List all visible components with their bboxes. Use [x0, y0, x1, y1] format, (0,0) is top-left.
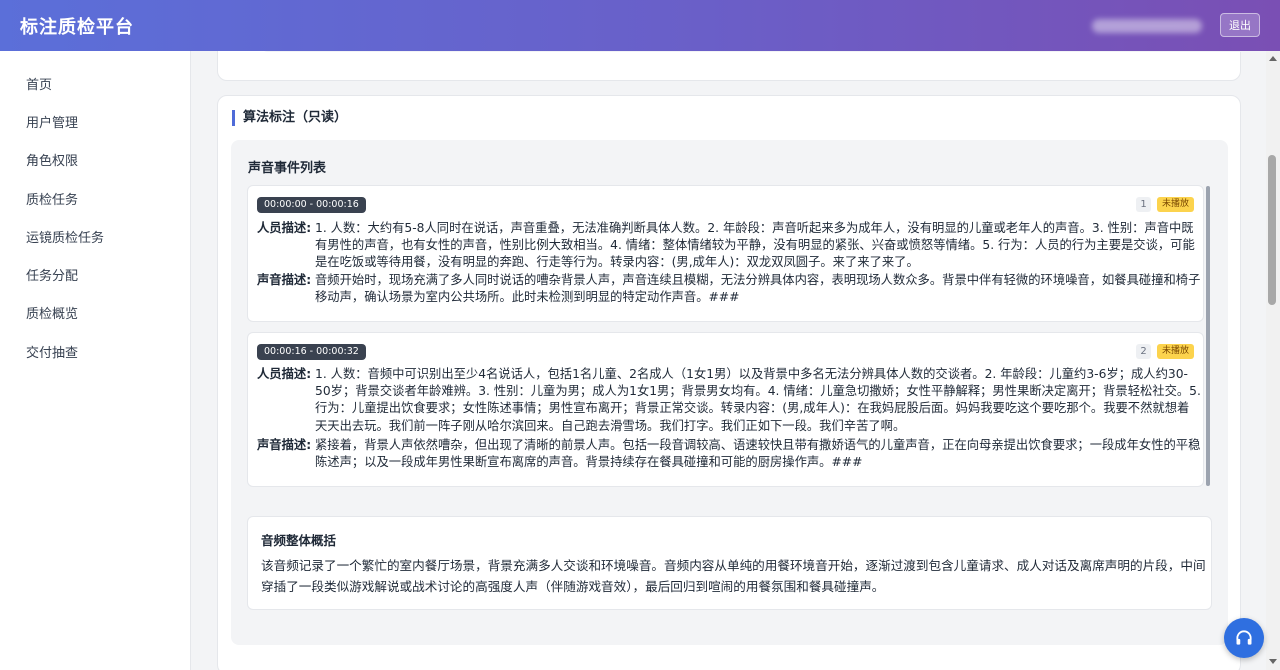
person-desc-text: 1. 人数：大约有5-8人同时在说话，声音重叠，无法准确判断具体人数。2. 年龄…	[315, 221, 1195, 270]
headset-icon	[1236, 630, 1252, 645]
sound-desc-row: 声音描述: 音频开始时，现场充满了多人同时说话的嘈杂背景人声，声音连续且模糊，无…	[257, 272, 1201, 306]
event-card: 00:00:16 - 00:00:32 2 未播放 人员描述: 1. 人数：音频…	[247, 332, 1204, 487]
algorithm-annotation-section: 算法标注（只读） 声音事件列表 00:00:00 - 00:00:16 1 未播…	[217, 95, 1241, 670]
person-desc-label: 人员描述:	[257, 221, 312, 235]
sidebar-item-task-assignment[interactable]: 任务分配	[0, 255, 190, 293]
section-title: 算法标注（只读）	[232, 110, 347, 126]
help-chat-button[interactable]	[1224, 618, 1264, 658]
event-list-title: 声音事件列表	[248, 161, 327, 176]
event-index-badge: 1	[1136, 197, 1151, 212]
event-list-scrollbar[interactable]	[1206, 186, 1210, 486]
person-desc-row: 人员描述: 1. 人数：大约有5-8人同时在说话，声音重叠，无法准确判断具体人数…	[257, 220, 1201, 272]
sound-desc-text: 紧接着，背景人声依然嘈杂，但出现了清晰的前景人声。包括一段音调较高、语速较快且带…	[315, 438, 1201, 470]
user-name-blurred	[1092, 19, 1202, 33]
sidebar-item-qc-tasks[interactable]: 质检任务	[0, 179, 190, 217]
main-content: 算法标注（只读） 声音事件列表 00:00:00 - 00:00:16 1 未播…	[191, 51, 1280, 670]
person-desc-text: 1. 人数：音频中可识别出至少4名说话人，包括1名儿童、2名成人（1女1男）以及…	[315, 367, 1201, 433]
event-index-badge: 2	[1136, 344, 1151, 359]
sound-desc-label: 声音描述:	[257, 438, 312, 452]
sidebar-item-user-management[interactable]: 用户管理	[0, 102, 190, 140]
status-badge: 未播放	[1157, 197, 1195, 212]
top-header: 标注质检平台	[0, 0, 1280, 51]
sound-desc-text: 音频开始时，现场充满了多人同时说话的嘈杂背景人声，声音连续且模糊，无法分辨具体内…	[315, 273, 1201, 305]
summary-title: 音频整体概括	[261, 533, 337, 548]
app-title: 标注质检平台	[20, 16, 134, 38]
scroll-up-arrow-icon[interactable]	[1269, 56, 1277, 61]
time-range-badge[interactable]: 00:00:16 - 00:00:32	[257, 344, 366, 360]
sound-event-panel: 声音事件列表 00:00:00 - 00:00:16 1 未播放 人员描述: 1…	[231, 140, 1228, 645]
audio-summary-card: 音频整体概括 该音频记录了一个繁忙的室内餐厅场景，背景充满多人交谈和环境噪音。音…	[247, 516, 1212, 610]
sound-desc-label: 声音描述:	[257, 273, 312, 287]
sidebar-item-role-permissions[interactable]: 角色权限	[0, 141, 190, 179]
sidebar-item-camera-qc-tasks[interactable]: 运镜质检任务	[0, 217, 190, 255]
status-badge: 未播放	[1157, 344, 1195, 359]
person-desc-row: 人员描述: 1. 人数：音频中可识别出至少4名说话人，包括1名儿童、2名成人（1…	[257, 366, 1201, 435]
sidebar: 首页 用户管理 角色权限 质检任务 运镜质检任务 任务分配 质检概览 交付抽查	[0, 51, 191, 670]
logout-button[interactable]: 退出	[1220, 13, 1260, 37]
summary-text: 该音频记录了一个繁忙的室内餐厅场景，背景充满多人交谈和环境噪音。音频内容从单纯的…	[261, 558, 1206, 594]
time-range-badge[interactable]: 00:00:00 - 00:00:16	[257, 197, 366, 213]
previous-section-inner	[260, 51, 1252, 52]
sound-desc-row: 声音描述: 紧接着，背景人声依然嘈杂，但出现了清晰的前景人声。包括一段音调较高、…	[257, 437, 1201, 471]
page-scrollbar-thumb[interactable]	[1268, 155, 1276, 305]
previous-section-card	[217, 51, 1252, 81]
scroll-down-arrow-icon[interactable]	[1269, 659, 1277, 664]
event-card: 00:00:00 - 00:00:16 1 未播放 人员描述: 1. 人数：大约…	[247, 185, 1204, 322]
sidebar-item-qc-overview[interactable]: 质检概览	[0, 294, 190, 332]
sidebar-item-delivery-spot-check[interactable]: 交付抽查	[0, 332, 190, 370]
person-desc-label: 人员描述:	[257, 367, 312, 381]
sidebar-item-home[interactable]: 首页	[0, 64, 190, 102]
page-scrollbar-track[interactable]	[1266, 51, 1280, 670]
